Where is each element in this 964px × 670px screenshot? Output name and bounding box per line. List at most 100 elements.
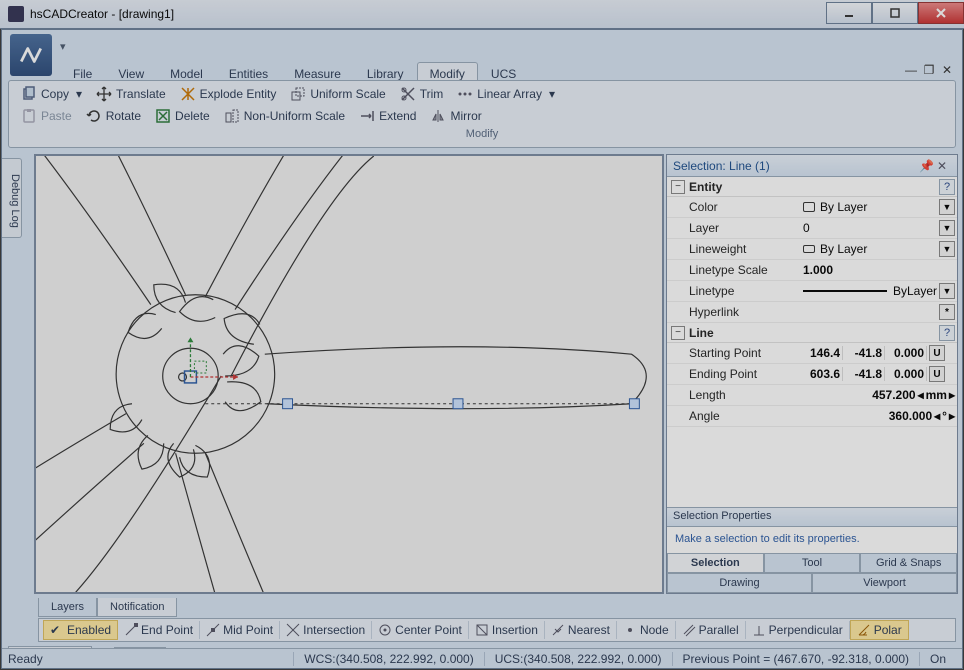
end-x[interactable]: 603.6 — [803, 367, 843, 381]
entity-section-header[interactable]: − Entity ? — [667, 177, 957, 197]
angle-value[interactable]: 360.000 — [803, 409, 932, 423]
trim-icon — [400, 86, 416, 102]
snap-endpoint[interactable]: End Point — [118, 621, 200, 639]
paste-icon — [21, 108, 37, 124]
linetype-value[interactable]: ByLayer — [893, 284, 937, 298]
selection-properties-hint: Make a selection to edit its properties. — [667, 527, 957, 553]
dropdown-icon[interactable]: ▼ — [939, 199, 955, 215]
linetype-scale-label: Linetype Scale — [667, 263, 803, 277]
center-icon — [378, 623, 392, 637]
maximize-button[interactable] — [872, 2, 918, 24]
rotate-button[interactable]: Rotate — [80, 106, 147, 126]
mirror-button[interactable]: Mirror — [424, 106, 487, 126]
parallel-icon — [682, 623, 696, 637]
dropdown-icon[interactable]: ▼ — [939, 283, 955, 299]
chevron-left-icon[interactable]: ◂ — [934, 409, 940, 423]
lineweight-label: Lineweight — [667, 242, 803, 256]
drawing-canvas[interactable] — [34, 154, 664, 594]
paste-button[interactable]: Paste — [15, 106, 78, 126]
tab-tool[interactable]: Tool — [764, 553, 861, 573]
linear-array-button[interactable]: Linear Array▾ — [451, 84, 561, 104]
tab-layers[interactable]: Layers — [38, 598, 97, 617]
ribbon-modify: Copy▾ Translate Explode Entity Uniform S… — [8, 80, 956, 148]
hyperlink-label: Hyperlink — [667, 305, 803, 319]
status-prev-point: Previous Point = (467.670, -92.318, 0.00… — [672, 652, 919, 666]
snap-center[interactable]: Center Point — [372, 621, 469, 639]
length-label: Length — [667, 388, 803, 402]
uniform-scale-button[interactable]: Uniform Scale — [284, 84, 391, 104]
linetype-scale-value[interactable]: 1.000 — [803, 263, 833, 277]
snap-toolbar: ✔Enabled End Point Mid Point Intersectio… — [38, 618, 956, 642]
line-section-header[interactable]: − Line ? — [667, 323, 957, 343]
minimize-button[interactable] — [826, 2, 872, 24]
tab-viewport[interactable]: Viewport — [812, 573, 957, 593]
trim-button[interactable]: Trim — [394, 84, 450, 104]
length-value[interactable]: 457.200 — [803, 388, 916, 402]
dropdown-icon[interactable]: ▼ — [939, 220, 955, 236]
tab-selection[interactable]: Selection — [667, 553, 764, 573]
panel-close-icon[interactable]: ✕ — [937, 159, 951, 173]
snap-enabled-toggle[interactable]: ✔Enabled — [43, 620, 118, 640]
selection-properties-header: Selection Properties — [667, 507, 957, 527]
mdi-minimize-button[interactable]: — — [904, 63, 918, 76]
start-y[interactable]: -41.8 — [845, 346, 885, 360]
status-wcs: WCS:(340.508, 222.992, 0.000) — [293, 652, 483, 666]
lineweight-icon — [803, 245, 815, 253]
unit-button[interactable]: U — [929, 345, 945, 361]
end-z[interactable]: 0.000 — [887, 367, 927, 381]
move-icon — [96, 86, 112, 102]
chevron-left-icon[interactable]: ◂ — [918, 388, 924, 402]
color-value[interactable]: By Layer — [820, 200, 867, 214]
explode-button[interactable]: Explode Entity — [174, 84, 283, 104]
nonuniform-scale-button[interactable]: Non-Uniform Scale — [218, 106, 351, 126]
tab-drawing[interactable]: Drawing — [667, 573, 812, 593]
tab-grid-snaps[interactable]: Grid & Snaps — [860, 553, 957, 573]
debug-log-tab[interactable]: Debug Log — [2, 158, 22, 238]
start-z[interactable]: 0.000 — [887, 346, 927, 360]
angle-label: Angle — [667, 409, 803, 423]
mdi-restore-button[interactable]: ❐ — [922, 63, 936, 76]
hyperlink-button[interactable]: * — [939, 304, 955, 320]
chevron-right-icon[interactable]: ▸ — [949, 388, 955, 402]
snap-nearest[interactable]: Nearest — [545, 621, 617, 639]
help-icon[interactable]: ? — [939, 179, 955, 195]
snap-insertion[interactable]: Insertion — [469, 621, 545, 639]
end-point-label: Ending Point — [667, 367, 803, 381]
translate-button[interactable]: Translate — [90, 84, 172, 104]
lineweight-value[interactable]: By Layer — [820, 242, 867, 256]
copy-button[interactable]: Copy▾ — [15, 84, 88, 104]
collapse-icon[interactable]: − — [671, 326, 685, 340]
delete-button[interactable]: Delete — [149, 106, 216, 126]
mdi-close-button[interactable]: ✕ — [940, 63, 954, 76]
nuscale-icon — [224, 108, 240, 124]
close-button[interactable] — [918, 2, 964, 24]
pin-icon[interactable]: 📌 — [919, 159, 933, 173]
snap-intersection[interactable]: Intersection — [280, 621, 372, 639]
extend-button[interactable]: Extend — [353, 106, 422, 126]
titlebar: hsCADCreator - [drawing1] — [0, 0, 964, 29]
snap-midpoint[interactable]: Mid Point — [200, 621, 280, 639]
window-title: hsCADCreator - [drawing1] — [30, 7, 174, 21]
snap-perpendicular[interactable]: Perpendicular — [746, 621, 850, 639]
start-x[interactable]: 146.4 — [803, 346, 843, 360]
app-logo[interactable] — [10, 34, 52, 76]
chevron-right-icon[interactable]: ▸ — [949, 409, 955, 423]
start-point-label: Starting Point — [667, 346, 803, 360]
dropdown-icon[interactable]: ▼ — [939, 241, 955, 257]
status-bar: Ready WCS:(340.508, 222.992, 0.000) UCS:… — [2, 648, 962, 668]
collapse-icon[interactable]: − — [671, 180, 685, 194]
snap-polar[interactable]: Polar — [850, 620, 909, 640]
snap-node[interactable]: Node — [617, 621, 676, 639]
copy-icon — [21, 86, 37, 102]
color-label: Color — [667, 200, 803, 214]
ribbon-group-label: Modify — [15, 128, 949, 140]
layer-value[interactable]: 0 — [803, 221, 810, 235]
qat-dropdown[interactable]: ▾ — [60, 40, 66, 53]
linetype-sample-icon — [803, 290, 887, 292]
help-icon[interactable]: ? — [939, 325, 955, 341]
snap-parallel[interactable]: Parallel — [676, 621, 746, 639]
tab-notification[interactable]: Notification — [97, 598, 177, 617]
unit-button[interactable]: U — [929, 366, 945, 382]
end-y[interactable]: -41.8 — [845, 367, 885, 381]
length-unit: mm — [926, 388, 947, 402]
